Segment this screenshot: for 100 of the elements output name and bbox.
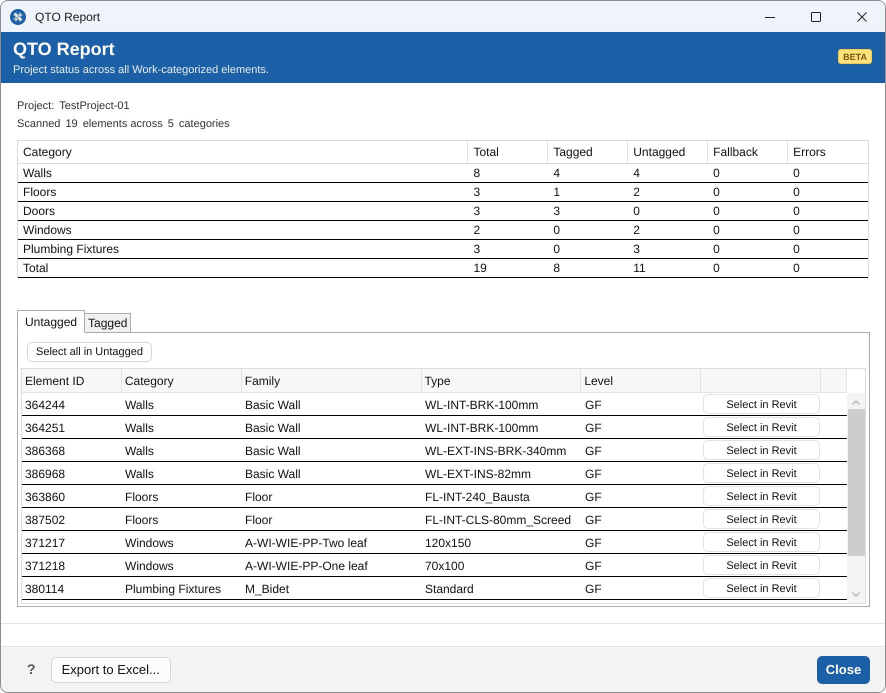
column-header: Family [242, 369, 422, 392]
table-cell-text: 2 [632, 222, 641, 239]
header-subtitle: Project status across all Work-categorized elements. [13, 63, 269, 77]
table-cell-text: 0 [552, 222, 562, 239]
window-title: QTO Report [35, 8, 100, 26]
select-in-revit-button[interactable]: Select in Revit [703, 532, 820, 552]
table-cell-text: 4 [632, 165, 641, 182]
table-cell-text: 70x100 [424, 558, 466, 575]
table-cell-text: Floor [244, 512, 274, 529]
table-cell-text: Walls [22, 165, 53, 182]
table-cell-text: 0 [792, 184, 801, 201]
column-header: Tagged [548, 141, 628, 163]
select-in-revit-button[interactable]: Select in Revit [703, 417, 820, 437]
table-cell-text: 371217 [24, 535, 66, 552]
table-cell-text: Basic Wall [244, 466, 302, 483]
table-cell-text: 386968 [24, 466, 66, 483]
table-cell-text: Basic Wall [244, 397, 302, 414]
column-header: Category [18, 141, 468, 163]
table-cell-text: 120x150 [424, 535, 472, 552]
table-cell-text: 3 [552, 203, 562, 220]
table-cell-text: Plumbing Fixtures [22, 241, 120, 258]
table-cell-text: GF [584, 535, 603, 552]
table-cell-text: 1 [552, 184, 562, 201]
column-header: Type [422, 369, 582, 392]
table-cell-text: Plumbing Fixtures [124, 581, 222, 598]
table-cell-text: WL-EXT-INS-BRK-340mm [424, 443, 568, 460]
table-cell-text: 0 [792, 203, 801, 220]
scrollbar-thumb[interactable] [848, 409, 864, 556]
tab[interactable]: Tagged [85, 313, 132, 333]
table-cell-text: 2 [472, 222, 482, 239]
chevron-up-icon [852, 400, 860, 405]
table-cell-text: Walls [124, 420, 155, 437]
table-cell-text: 0 [792, 165, 801, 182]
select-in-revit-button[interactable]: Select in Revit [703, 509, 820, 529]
table-cell-text: 0 [712, 222, 721, 239]
column-header: Element ID [22, 369, 122, 392]
table-cell-text: A-WI-WIE-PP-Two leaf [244, 535, 368, 552]
table-cell-text: 3 [472, 184, 482, 201]
table-cell-text: 4 [552, 165, 562, 182]
table-cell-text: 3 [632, 241, 641, 258]
table-cell-text: 0 [552, 241, 562, 258]
header-title: QTO Report [13, 38, 116, 60]
table-cell-text: 0 [792, 222, 801, 239]
table-cell-text: WL-INT-BRK-100mm [424, 397, 540, 414]
select-in-revit-button[interactable]: Select in Revit [703, 394, 820, 414]
close-dialog-button[interactable]: Close [817, 656, 870, 684]
table-cell-text: 0 [712, 241, 721, 258]
table-cell-text: GF [584, 443, 603, 460]
table-cell-text: WL-INT-BRK-100mm [424, 420, 540, 437]
table-cell-text: Walls [124, 443, 155, 460]
table-cell-text: 8 [552, 260, 562, 277]
table-cell-text: 363860 [24, 489, 66, 506]
app-logo-icon [10, 8, 26, 24]
table-cell-text: 11 [632, 260, 647, 277]
table-cell-text: 19 [472, 260, 488, 277]
table-cell-text: 364244 [24, 397, 66, 414]
table-cell-text: Windows [124, 535, 175, 552]
close-icon [857, 12, 867, 22]
table-cell-text: M_Bidet [244, 581, 290, 598]
table-cell-text: Basic Wall [244, 420, 302, 437]
table-cell-text: 364251 [24, 420, 66, 437]
column-header: Untagged [628, 141, 708, 163]
table-cell-text: 0 [792, 260, 801, 277]
table-cell-text: GF [584, 512, 603, 529]
scan-summary-text: Scanned 19 elements across 5 categories [17, 116, 231, 132]
table-cell-text: Floors [124, 489, 160, 506]
beta-badge: BETA [838, 49, 872, 64]
table-cell-text: 0 [712, 184, 721, 201]
select-in-revit-button[interactable]: Select in Revit [703, 463, 820, 483]
select-in-revit-button[interactable]: Select in Revit [703, 578, 820, 598]
table-cell-text: Doors [22, 203, 56, 220]
table-cell-text: FL-INT-CLS-80mm_Screed [424, 512, 572, 529]
select-in-revit-button[interactable]: Select in Revit [703, 555, 820, 575]
table-cell-text: Standard [424, 581, 475, 598]
table-cell-text: Basic Wall [244, 443, 302, 460]
tab[interactable]: Untagged [17, 310, 86, 333]
table-cell-text: 0 [632, 203, 641, 220]
table-cell-text: 0 [712, 260, 721, 277]
scrollbar-track[interactable] [847, 393, 865, 603]
table-cell-text: 2 [632, 184, 641, 201]
column-header: Errors [792, 144, 827, 161]
table-cell-text: 386368 [24, 443, 66, 460]
export-button[interactable]: Export to Excel... [50, 656, 171, 682]
select-in-revit-button[interactable]: Select in Revit [703, 440, 820, 460]
chevron-down-icon [852, 592, 860, 597]
select-all-button[interactable]: Select all in Untagged [27, 342, 152, 362]
help-button[interactable]: ? [27, 659, 36, 680]
table-cell-text: Windows [22, 222, 73, 239]
project-name: TestProject-01 [59, 98, 130, 114]
table-cell-text: GF [584, 558, 603, 575]
table-cell-text: GF [584, 397, 603, 414]
table-cell-text: GF [584, 420, 603, 437]
table-cell-text: 380114 [24, 581, 66, 598]
table-cell-text: 3 [472, 241, 482, 258]
table-cell-text: 3 [472, 203, 482, 220]
column-header: Level [581, 369, 702, 392]
select-in-revit-button[interactable]: Select in Revit [703, 486, 820, 506]
table-cell-text: 0 [712, 165, 721, 182]
table-cell-text: 0 [712, 203, 721, 220]
column-header: Total [468, 141, 548, 163]
